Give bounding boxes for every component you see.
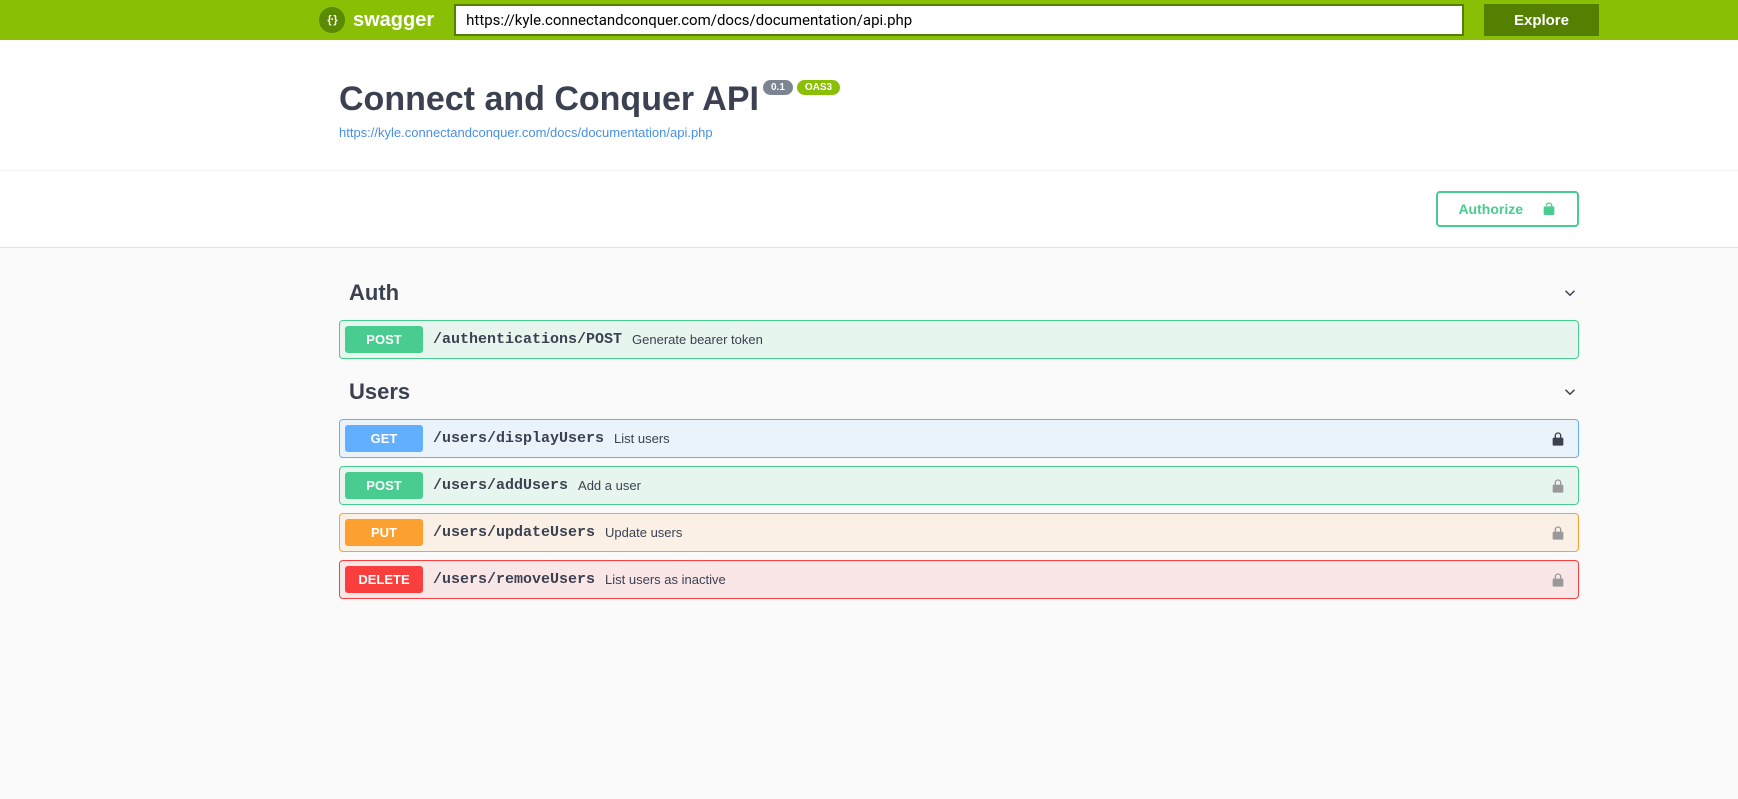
version-badge: 0.1 [763,80,793,95]
tag-name: Users [349,379,410,405]
op-path: /users/updateUsers [423,524,605,541]
explore-button[interactable]: Explore [1484,4,1599,36]
op-path: /users/addUsers [423,477,578,494]
chevron-down-icon [1561,383,1579,401]
op-summary: Update users [605,525,682,540]
info-section: Connect and Conquer API 0.1 OAS3 https:/… [0,40,1738,170]
swagger-logo: {·} swagger [319,7,434,33]
tag-header[interactable]: Auth [339,268,1579,312]
oas-badge: OAS3 [797,80,840,95]
method-badge: PUT [345,519,423,546]
lock-icon[interactable] [1550,431,1566,447]
tag-header[interactable]: Users [339,367,1579,411]
lock-icon[interactable] [1550,478,1566,494]
swagger-logo-mark: {·} [319,7,345,33]
opblock[interactable]: GET/users/displayUsersList users [339,419,1579,458]
authorize-button[interactable]: Authorize [1436,191,1579,227]
tags-section: Auth POST/authentications/POSTGenerate be… [0,248,1738,667]
lock-icon[interactable] [1550,525,1566,541]
opblock[interactable]: POST/authentications/POSTGenerate bearer… [339,320,1579,359]
opblock[interactable]: DELETE/users/removeUsersList users as in… [339,560,1579,599]
op-summary: List users as inactive [605,572,726,587]
auth-section: Authorize [0,170,1738,248]
api-title: Connect and Conquer API 0.1 OAS3 [339,80,840,119]
tag-name: Auth [349,280,399,306]
lock-icon[interactable] [1550,572,1566,588]
method-badge: POST [345,472,423,499]
authorize-label: Authorize [1458,201,1523,217]
op-path: /authentications/POST [423,331,632,348]
chevron-down-icon [1561,284,1579,302]
method-badge: GET [345,425,423,452]
method-badge: POST [345,326,423,353]
topbar: {·} swagger Explore [0,0,1738,40]
opblock[interactable]: POST/users/addUsersAdd a user [339,466,1579,505]
spec-url-input[interactable] [454,4,1464,36]
swagger-brand-text: swagger [353,9,434,32]
opblock[interactable]: PUT/users/updateUsersUpdate users [339,513,1579,552]
op-summary: Generate bearer token [632,332,763,347]
op-path: /users/displayUsers [423,430,614,447]
lock-open-icon [1541,201,1557,217]
op-summary: List users [614,431,670,446]
api-title-text: Connect and Conquer API [339,80,759,119]
method-badge: DELETE [345,566,423,593]
op-path: /users/removeUsers [423,571,605,588]
spec-link[interactable]: https://kyle.connectandconquer.com/docs/… [339,125,1579,140]
op-summary: Add a user [578,478,641,493]
